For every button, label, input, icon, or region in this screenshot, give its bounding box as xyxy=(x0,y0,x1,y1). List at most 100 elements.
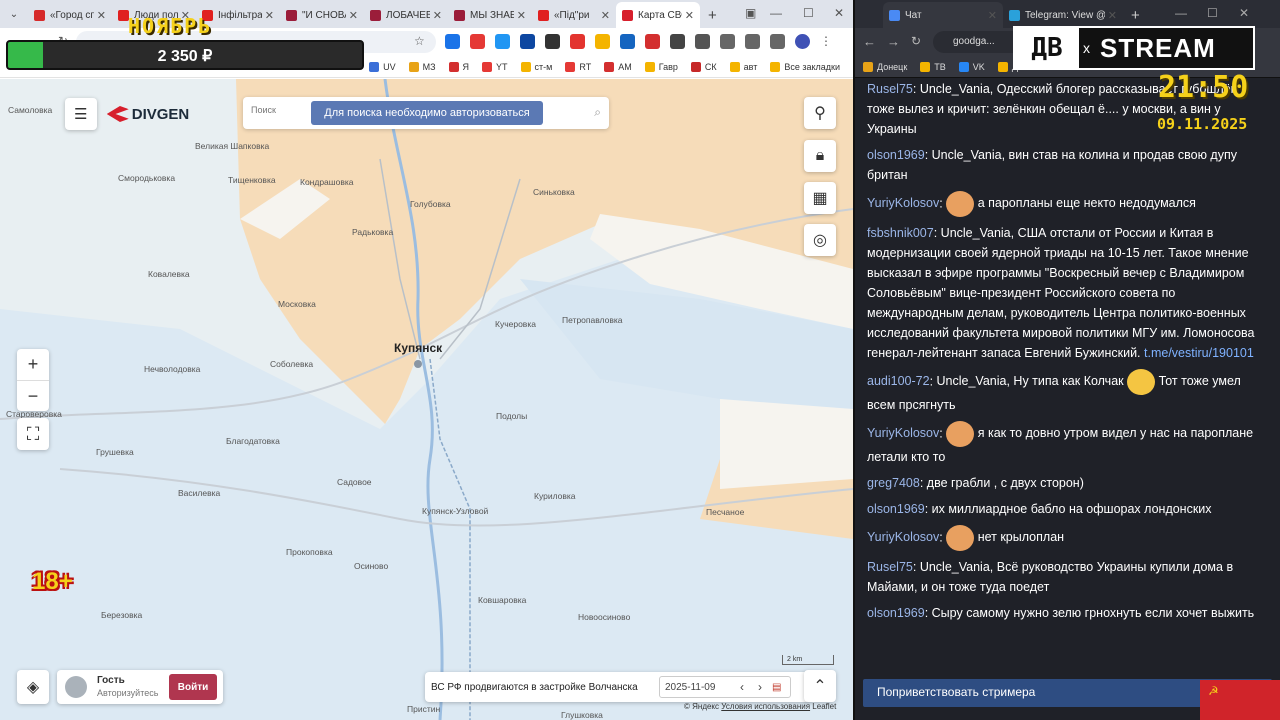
bookmark-item[interactable]: Все закладки xyxy=(770,61,840,72)
chat-username[interactable]: YuriyKolosov xyxy=(867,196,939,210)
chat-username[interactable]: Rusel75 xyxy=(867,82,913,96)
target-button[interactable]: ◎ xyxy=(804,224,836,256)
next-date-icon[interactable]: › xyxy=(758,680,762,694)
layers-button[interactable]: ◈ xyxy=(17,670,49,704)
bookmark-item[interactable]: Гавр xyxy=(644,61,678,72)
tab-close-icon[interactable]: ✕ xyxy=(988,9,997,22)
lock-button[interactable]: 🔒︎ xyxy=(804,140,836,172)
chat-username[interactable]: greg7408 xyxy=(867,476,920,490)
tab-close-icon[interactable]: ✕ xyxy=(517,9,526,22)
tab-1[interactable]: Telegram: View @infa✕ xyxy=(1003,2,1123,28)
place-label[interactable]: Соболевка xyxy=(270,359,313,369)
place-label[interactable]: Тищенковка xyxy=(228,175,276,185)
tab-groups-icon[interactable]: ▣ xyxy=(745,6,756,20)
bookmark-item[interactable]: RT xyxy=(565,61,591,72)
bookmark-item[interactable]: ст-м xyxy=(520,61,552,72)
place-label[interactable]: Великая Шапковка xyxy=(195,141,269,151)
chat-link[interactable]: t.me/vestiru/190101 xyxy=(1144,346,1254,360)
tab-7[interactable]: Карта СВС✕ xyxy=(616,2,700,28)
zoom-in-button[interactable]: + xyxy=(28,349,39,380)
profile-avatar[interactable] xyxy=(795,34,810,49)
bookmark-item[interactable]: СК xyxy=(690,61,717,72)
tab-close-icon[interactable]: ✕ xyxy=(433,9,442,22)
extension-icon[interactable] xyxy=(595,34,610,49)
extension-icon[interactable] xyxy=(520,34,535,49)
chat-username[interactable]: audi100-72 xyxy=(867,374,930,388)
tab-4[interactable]: ЛОБАЧЕВ ✕ xyxy=(364,2,448,28)
extension-icon[interactable] xyxy=(545,34,560,49)
place-label[interactable]: Подолы xyxy=(496,411,527,421)
tab-close-icon[interactable]: ✕ xyxy=(1108,9,1117,22)
calendar-icon[interactable]: ▤ xyxy=(772,682,781,693)
place-label[interactable]: Нечволодовка xyxy=(144,364,200,374)
place-label[interactable]: Пристин xyxy=(407,704,440,714)
bookmark-item[interactable]: AM xyxy=(604,61,632,72)
place-label[interactable]: Благодатовка xyxy=(226,436,280,446)
tab-0[interactable]: Чат ✕ xyxy=(883,2,1003,28)
new-tab-button[interactable]: + xyxy=(708,7,717,24)
hamburger-menu-icon[interactable]: ☰ xyxy=(64,98,97,130)
bookmark-item[interactable]: МЗ xyxy=(408,61,436,72)
chat-username[interactable]: YuriyKolosov xyxy=(867,426,939,440)
place-label[interactable]: Синьковка xyxy=(533,187,575,197)
expand-up-button[interactable]: ⌃ xyxy=(804,670,836,702)
place-label[interactable]: Кучеровка xyxy=(495,319,536,329)
location-pin-button[interactable]: ⚲ xyxy=(804,97,836,129)
close-window-button[interactable]: ✕ xyxy=(1239,6,1249,20)
chat-username[interactable]: olson1969 xyxy=(867,148,925,162)
bookmark-item[interactable]: авт xyxy=(729,61,757,72)
extension-icon[interactable] xyxy=(645,34,660,49)
place-label[interactable]: Кондрашовка xyxy=(300,177,353,187)
reading-list-icon[interactable] xyxy=(770,34,785,49)
menu-dots-icon[interactable]: ⋮ xyxy=(820,34,832,49)
news-headline[interactable]: ВС РФ продвигаются в застройке Волчанска xyxy=(431,682,638,693)
ruler-button[interactable]: ▦ xyxy=(804,182,836,214)
chat-username[interactable]: olson1969 xyxy=(867,502,925,516)
bookmark-item[interactable]: ТВ xyxy=(920,61,946,72)
place-label[interactable]: Грушевка xyxy=(96,447,134,457)
chat-username[interactable]: YuriyKolosov xyxy=(867,530,939,544)
chat-username[interactable]: olson1969 xyxy=(867,606,925,620)
extension-icon[interactable] xyxy=(570,34,585,49)
place-label[interactable]: Березовка xyxy=(101,610,142,620)
maximize-button[interactable]: ☐ xyxy=(803,6,814,20)
place-label[interactable]: Купянск xyxy=(394,341,442,355)
extension-icon[interactable] xyxy=(670,34,685,49)
bookmark-star-icon[interactable]: ☆ xyxy=(414,34,425,48)
map-view[interactable]: Самоловка Великая Шапковка Тищенковка Кондр… xyxy=(0,79,853,720)
key-icon[interactable] xyxy=(720,34,735,49)
place-label[interactable]: Московка xyxy=(278,299,316,309)
date-picker[interactable]: 2025-11-09 ‹ › ▤ xyxy=(659,676,791,698)
bookmark-item[interactable]: UV xyxy=(369,61,396,72)
chat-username[interactable]: Rusel75 xyxy=(867,560,913,574)
place-label[interactable]: Куриловка xyxy=(534,491,576,501)
place-label[interactable]: Новоосиново xyxy=(578,612,630,622)
link-icon[interactable] xyxy=(745,34,760,49)
place-label[interactable]: Смородьковка xyxy=(118,173,175,183)
place-label[interactable]: Садовое xyxy=(337,477,372,487)
minimize-button[interactable]: — xyxy=(1175,6,1187,20)
place-label[interactable]: Купянск-Узловой xyxy=(422,506,488,516)
reload-icon[interactable]: ↻ xyxy=(911,34,921,48)
extension-icon[interactable] xyxy=(495,34,510,49)
extension-icon[interactable] xyxy=(470,34,485,49)
extension-icon[interactable] xyxy=(620,34,635,49)
place-label[interactable]: Ковшаровка xyxy=(478,595,526,605)
minimize-button[interactable]: — xyxy=(770,6,782,20)
bookmark-item[interactable]: YT xyxy=(482,61,508,72)
search-icon[interactable]: ⌕ xyxy=(594,105,601,120)
bookmark-item[interactable]: Донецк xyxy=(863,61,907,72)
leaflet-link[interactable]: Leaflet xyxy=(812,702,836,711)
login-button[interactable]: Войти xyxy=(169,674,217,700)
close-window-button[interactable]: ✕ xyxy=(834,6,844,20)
maximize-button[interactable]: ☐ xyxy=(1207,6,1218,20)
back-icon[interactable]: ← xyxy=(863,34,876,49)
new-tab-button[interactable]: + xyxy=(1131,7,1140,24)
tab-6[interactable]: «Під"ри ✕ xyxy=(532,2,616,28)
extension-icon[interactable] xyxy=(445,34,460,49)
place-label[interactable]: Песчаное xyxy=(706,507,744,517)
place-label[interactable]: Прокоповка xyxy=(286,547,333,557)
place-label[interactable]: Ковалевка xyxy=(148,269,190,279)
forward-icon[interactable]: → xyxy=(887,34,900,49)
puzzle-icon[interactable] xyxy=(695,34,710,49)
